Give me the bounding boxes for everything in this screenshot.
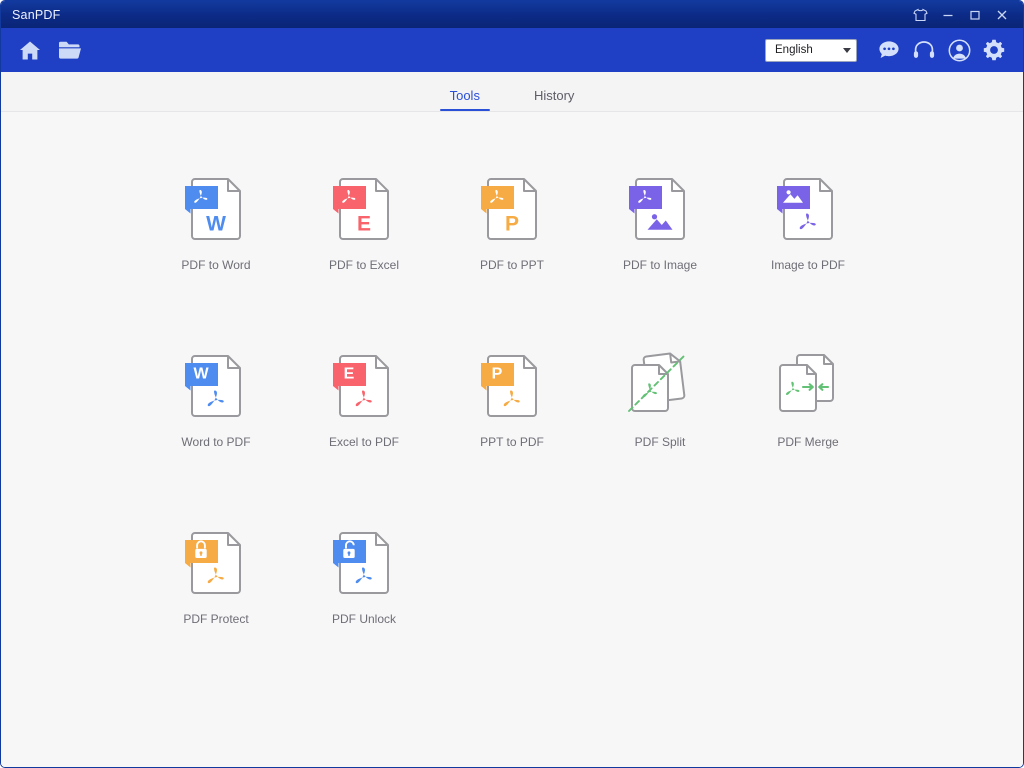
toolbar-right-group: English <box>765 37 1007 63</box>
maximize-button[interactable] <box>961 1 988 28</box>
account-icon[interactable] <box>946 37 972 63</box>
image-to-pdf-icon <box>771 172 845 246</box>
svg-text:W: W <box>193 366 209 383</box>
tool-card-ppt-to-pdf[interactable]: P PPT to PDF <box>438 349 586 449</box>
tool-label: PDF Unlock <box>331 612 396 626</box>
app-window: SanPDF English Tools History W PDF to Wo… <box>0 0 1024 768</box>
tool-card-word-to-pdf[interactable]: W Word to PDF <box>142 349 290 449</box>
tool-label: Excel to PDF <box>328 435 400 449</box>
tab-tools-label: Tools <box>449 88 480 103</box>
tool-label: PPT to PDF <box>480 435 544 449</box>
language-select[interactable]: English <box>765 38 857 62</box>
tool-card-pdf-merge[interactable]: PDF Merge <box>734 349 882 449</box>
pdf-merge-icon <box>771 349 845 423</box>
pdf-to-ppt-icon: P <box>475 172 549 246</box>
tool-label: PDF to PPT <box>479 258 544 272</box>
svg-text:E: E <box>344 366 355 383</box>
open-folder-icon[interactable] <box>55 35 85 65</box>
tool-card-pdf-to-image[interactable]: PDF to Image <box>586 172 734 272</box>
content-area: W PDF to Word E PDF to Excel P PDF to PPT P… <box>1 112 1023 767</box>
svg-text:P: P <box>492 366 503 383</box>
tool-label: PDF Merge <box>777 435 839 449</box>
window-controls <box>907 1 1023 28</box>
support-icon[interactable] <box>911 37 937 63</box>
feedback-icon[interactable] <box>876 37 902 63</box>
toolbar-left-group <box>15 35 85 65</box>
main-toolbar: English <box>1 28 1023 72</box>
tool-label: PDF to Image <box>622 258 698 272</box>
app-title: SanPDF <box>12 7 61 22</box>
excel-to-pdf-icon: E <box>327 349 401 423</box>
pdf-to-word-icon: W <box>179 172 253 246</box>
pdf-unlock-icon <box>327 526 401 600</box>
svg-text:P: P <box>505 213 519 236</box>
tool-label: Image to PDF <box>770 258 846 272</box>
skin-icon[interactable] <box>907 1 934 28</box>
tool-card-pdf-protect[interactable]: PDF Protect <box>142 526 290 626</box>
svg-text:E: E <box>357 213 371 236</box>
tools-grid: W PDF to Word E PDF to Excel P PDF to PPT P… <box>142 172 882 626</box>
tool-card-pdf-split[interactable]: PDF Split <box>586 349 734 449</box>
settings-icon[interactable] <box>981 37 1007 63</box>
home-icon[interactable] <box>15 35 45 65</box>
tool-label: PDF to Excel <box>328 258 400 272</box>
tab-history[interactable]: History <box>530 89 578 111</box>
tool-card-excel-to-pdf[interactable]: E Excel to PDF <box>290 349 438 449</box>
tab-bar: Tools History <box>1 72 1023 112</box>
svg-text:W: W <box>206 213 226 236</box>
tool-card-image-to-pdf[interactable]: Image to PDF <box>734 172 882 272</box>
tool-card-pdf-to-word[interactable]: W PDF to Word <box>142 172 290 272</box>
chevron-down-icon <box>843 47 851 53</box>
tool-label: PDF Protect <box>183 612 249 626</box>
ppt-to-pdf-icon: P <box>475 349 549 423</box>
pdf-split-icon <box>623 349 697 423</box>
close-button[interactable] <box>988 1 1015 28</box>
pdf-to-excel-icon: E <box>327 172 401 246</box>
pdf-protect-icon <box>179 526 253 600</box>
tool-label: PDF Split <box>634 435 686 449</box>
tool-card-pdf-unlock[interactable]: PDF Unlock <box>290 526 438 626</box>
tab-history-label: History <box>533 88 575 103</box>
title-bar: SanPDF <box>1 1 1023 28</box>
language-value: English <box>775 44 813 56</box>
minimize-button[interactable] <box>934 1 961 28</box>
word-to-pdf-icon: W <box>179 349 253 423</box>
pdf-to-image-icon <box>623 172 697 246</box>
tool-label: Word to PDF <box>181 435 251 449</box>
tool-card-pdf-to-excel[interactable]: E PDF to Excel <box>290 172 438 272</box>
tool-card-pdf-to-ppt[interactable]: P PDF to PPT <box>438 172 586 272</box>
tool-label: PDF to Word <box>181 258 251 272</box>
tab-tools[interactable]: Tools <box>439 88 491 111</box>
